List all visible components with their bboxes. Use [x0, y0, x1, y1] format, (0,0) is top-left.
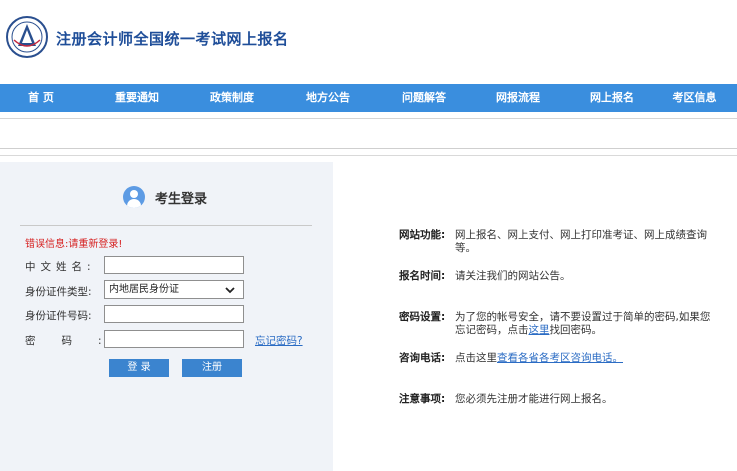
notice-label: 注意事项:: [399, 393, 446, 405]
forgot-password-link[interactable]: 忘记密码?: [255, 333, 303, 348]
password-setting-text: 为了您的帐号安全，请不要设置过于简单的密码,如果您忘记密码，点击这里找回密码。: [455, 311, 715, 337]
phone-text: 点击这里查看各省各考区咨询电话。: [455, 352, 715, 365]
phone-text-part1: 点击这里: [455, 352, 497, 364]
password-input[interactable]: [104, 330, 244, 348]
cicpa-logo: [6, 16, 48, 58]
recover-password-link[interactable]: 这里: [529, 324, 550, 336]
time-text: 请关注我们的网站公告。: [455, 270, 571, 282]
function-text: 网上报名、网上支付、网上打印准考证、网上成绩查询等。: [455, 229, 707, 254]
phone-list-link[interactable]: 查看各省各考区咨询电话。: [497, 352, 623, 364]
id-type-select[interactable]: 内地居民身份证: [104, 280, 244, 299]
password-text-part2: 找回密码。: [549, 324, 603, 336]
nav-process[interactable]: 网报流程: [464, 84, 572, 112]
register-button[interactable]: 注册: [182, 359, 242, 377]
id-number-label: 身份证件号码:: [25, 310, 92, 322]
error-text: 请重新登录!: [68, 239, 123, 250]
id-type-label: 身份证件类型:: [25, 286, 92, 298]
error-message: 错误信息:请重新登录!: [25, 235, 122, 250]
password-setting-label: 密码设置:: [399, 311, 446, 323]
nav-important-notice[interactable]: 重要通知: [82, 84, 192, 112]
chevron-down-icon: [225, 287, 235, 294]
nav-policy[interactable]: 政策制度: [192, 84, 272, 112]
time-label: 报名时间:: [399, 270, 446, 282]
login-button[interactable]: 登 录: [109, 359, 169, 377]
function-label: 网站功能:: [399, 229, 446, 241]
id-type-value: 内地居民身份证: [109, 284, 179, 295]
sub-banner: [0, 118, 737, 149]
user-icon: [123, 186, 145, 208]
nav-local-announcement[interactable]: 地方公告: [272, 84, 384, 112]
login-header: 考生登录: [123, 186, 207, 208]
error-label: 错误信息:: [25, 239, 69, 250]
nav-online-registration[interactable]: 网上报名: [572, 84, 652, 112]
divider: [0, 155, 737, 156]
login-divider: [20, 225, 312, 226]
name-label: 中文姓名:: [25, 261, 96, 273]
main-nav: 首 页 重要通知 政策制度 地方公告 问题解答 网报流程 网上报名 考区信息: [0, 84, 737, 112]
id-number-input[interactable]: [104, 305, 244, 323]
notice-text: 您必须先注册才能进行网上报名。: [455, 393, 613, 405]
nav-home[interactable]: 首 页: [0, 84, 82, 112]
login-panel: 考生登录 错误信息:请重新登录! 中文姓名: 身份证件类型: 内地居民身份证 身…: [0, 162, 333, 471]
phone-label: 咨询电话:: [399, 352, 446, 364]
nav-faq[interactable]: 问题解答: [384, 84, 464, 112]
nav-exam-area-info[interactable]: 考区信息: [652, 84, 737, 112]
site-header: 注册会计师全国统一考试网上报名: [0, 0, 737, 84]
name-input[interactable]: [104, 256, 244, 274]
login-title: 考生登录: [155, 191, 208, 207]
site-title: 注册会计师全国统一考试网上报名: [56, 30, 289, 48]
